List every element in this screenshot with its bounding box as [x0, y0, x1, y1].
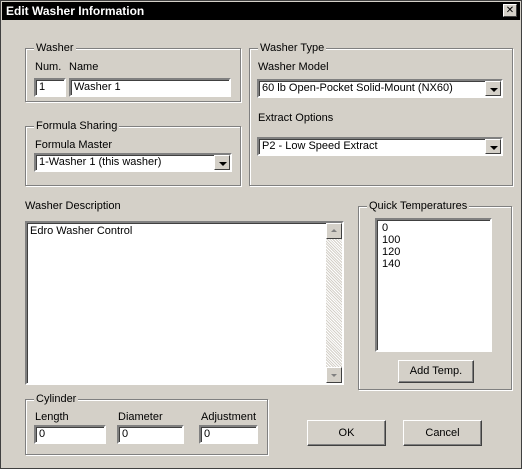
title-bar[interactable]: Edit Washer Information ✕ [2, 2, 520, 20]
list-item[interactable]: 100 [380, 234, 490, 246]
extract-options-value: P2 - Low Speed Extract [262, 140, 378, 152]
washer-description-label: Washer Description [25, 200, 121, 212]
ok-button[interactable]: OK [307, 420, 386, 446]
description-scrollbar[interactable] [326, 223, 342, 383]
name-label: Name [69, 61, 99, 73]
washer-description-textarea[interactable]: Edro Washer Control [25, 221, 344, 385]
add-temp-button[interactable]: Add Temp. [398, 360, 474, 383]
washer-num-input[interactable]: 1 [34, 78, 66, 97]
quick-temperatures-list[interactable]: 0 100 120 140 [375, 218, 492, 352]
cylinder-diameter-input[interactable]: 0 [117, 425, 184, 444]
scroll-down-icon[interactable] [326, 367, 342, 383]
extract-options-select[interactable]: P2 - Low Speed Extract [257, 137, 503, 156]
cylinder-length-input[interactable]: 0 [34, 425, 106, 444]
extract-options-label: Extract Options [258, 112, 334, 124]
close-icon: ✕ [505, 5, 515, 16]
list-item[interactable]: 120 [380, 246, 490, 258]
cylinder-label: Cylinder [34, 393, 79, 405]
diameter-label: Diameter [118, 411, 163, 423]
washer-model-label: Washer Model [258, 61, 329, 73]
formula-master-label: Formula Master [35, 139, 113, 151]
num-label: Num. [35, 61, 62, 73]
washer-model-value: 60 lb Open-Pocket Solid-Mount (NX60) [262, 82, 453, 94]
formula-sharing-label: Formula Sharing [34, 120, 120, 132]
quick-temperatures-label: Quick Temperatures [367, 200, 470, 212]
list-item[interactable]: 140 [380, 258, 490, 270]
edit-washer-dialog: Edit Washer Information ✕ Washer Num. Na… [0, 0, 522, 469]
close-button[interactable]: ✕ [503, 4, 517, 17]
washer-description-text: Edro Washer Control [30, 225, 133, 237]
chevron-down-icon[interactable] [214, 155, 230, 170]
list-item[interactable]: 0 [380, 222, 490, 234]
cancel-button[interactable]: Cancel [403, 420, 482, 446]
dialog-title: Edit Washer Information [6, 4, 145, 18]
chevron-down-icon[interactable] [485, 139, 501, 154]
washer-model-select[interactable]: 60 lb Open-Pocket Solid-Mount (NX60) [257, 79, 503, 98]
washer-group-label: Washer [34, 42, 76, 54]
formula-master-value: 1-Washer 1 (this washer) [39, 156, 162, 168]
washer-type-label: Washer Type [258, 42, 327, 54]
formula-master-select[interactable]: 1-Washer 1 (this washer) [34, 153, 232, 172]
scroll-up-icon[interactable] [326, 223, 342, 239]
length-label: Length [35, 411, 69, 423]
adjustment-label: Adjustment [201, 411, 257, 423]
washer-name-input[interactable]: Washer 1 [69, 78, 231, 97]
chevron-down-icon[interactable] [485, 81, 501, 96]
cylinder-adjustment-input[interactable]: 0 [199, 425, 258, 444]
